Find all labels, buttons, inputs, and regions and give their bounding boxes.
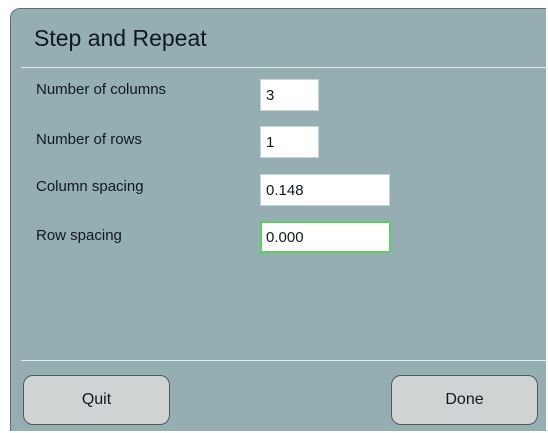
- columns-label: Number of columns: [36, 81, 167, 98]
- row-spacing-input[interactable]: [260, 221, 391, 253]
- done-button[interactable]: Done: [391, 375, 538, 425]
- step-and-repeat-dialog: Step and Repeat Number of columns Number…: [10, 8, 546, 431]
- dialog-title: Step and Repeat: [34, 25, 207, 51]
- footer-divider: [21, 360, 546, 361]
- column-spacing-label: Column spacing: [36, 178, 144, 195]
- rows-input[interactable]: [260, 126, 319, 158]
- column-spacing-input[interactable]: [260, 174, 390, 206]
- row-spacing-label: Row spacing: [36, 227, 122, 244]
- rows-label: Number of rows: [36, 131, 142, 148]
- quit-button[interactable]: Quit: [23, 375, 170, 425]
- title-divider: [21, 67, 546, 68]
- columns-input[interactable]: [260, 79, 319, 111]
